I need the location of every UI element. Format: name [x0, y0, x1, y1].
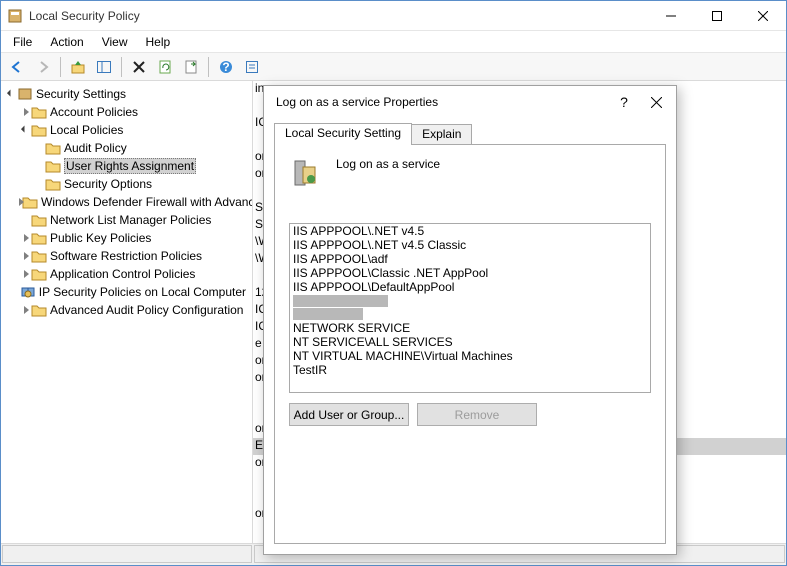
svg-text:?: ?	[222, 60, 229, 74]
folder-icon	[31, 230, 47, 246]
folder-icon	[31, 302, 47, 318]
folder-icon	[45, 140, 61, 156]
app-icon	[7, 8, 23, 24]
principal-item[interactable]: TestIR	[290, 363, 650, 377]
tree-item[interactable]: Local Policies	[3, 121, 250, 139]
dialog-close-button[interactable]	[640, 88, 672, 116]
redacted-principal	[293, 308, 363, 320]
help-icon[interactable]: ?	[214, 55, 238, 79]
add-user-or-group-button[interactable]: Add User or Group...	[289, 403, 409, 426]
dialog-tab-panel: Log on as a service IIS APPPOOL\.NET v4.…	[274, 144, 666, 544]
ipsec-icon	[20, 284, 36, 300]
principal-item[interactable]: IIS APPPOOL\.NET v4.5 Classic	[290, 238, 650, 252]
forward-icon[interactable]	[31, 55, 55, 79]
menubar: File Action View Help	[1, 31, 786, 53]
folder-icon	[31, 104, 47, 120]
folder-icon	[45, 176, 61, 192]
nav-tree[interactable]: Security Settings Account PoliciesLocal …	[1, 81, 253, 543]
menu-action[interactable]: Action	[42, 33, 91, 51]
principal-item[interactable]: IIS APPPOOL\Classic .NET AppPool	[290, 266, 650, 280]
principal-item[interactable]: IIS APPPOOL\DefaultAppPool	[290, 280, 650, 294]
tree-item[interactable]: Public Key Policies	[3, 229, 250, 247]
back-icon[interactable]	[5, 55, 29, 79]
tree-item[interactable]: User Rights Assignment	[3, 157, 250, 175]
policy-name: Log on as a service	[336, 157, 440, 171]
refresh-icon[interactable]	[153, 55, 177, 79]
maximize-button[interactable]	[694, 1, 740, 30]
dialog-title: Log on as a service Properties	[276, 95, 608, 109]
tree-item[interactable]: Software Restriction Policies	[3, 247, 250, 265]
folder-icon	[22, 194, 38, 210]
policy-large-icon	[289, 157, 321, 189]
folder-icon	[31, 212, 47, 228]
tree-item[interactable]: IP Security Policies on Local Computer	[3, 283, 250, 301]
folder-icon	[31, 248, 47, 264]
titlebar: Local Security Policy	[1, 1, 786, 31]
export-list-icon[interactable]	[179, 55, 203, 79]
folder-icon	[31, 122, 47, 138]
properties-icon[interactable]	[240, 55, 264, 79]
tree-item[interactable]: Security Options	[3, 175, 250, 193]
dialog-titlebar: Log on as a service Properties ?	[264, 86, 676, 118]
folder-icon	[45, 158, 61, 174]
delete-icon[interactable]	[127, 55, 151, 79]
tree-root[interactable]: Security Settings	[3, 85, 250, 103]
tree-item[interactable]: Windows Defender Firewall with Advanced …	[3, 193, 250, 211]
security-settings-icon	[17, 86, 33, 102]
close-button[interactable]	[740, 1, 786, 30]
redacted-principal	[293, 295, 388, 307]
minimize-button[interactable]	[648, 1, 694, 30]
principal-item[interactable]: NETWORK SERVICE	[290, 321, 650, 335]
tab-explain[interactable]: Explain	[411, 124, 472, 144]
menu-help[interactable]: Help	[138, 33, 179, 51]
up-folder-icon[interactable]	[66, 55, 90, 79]
dialog-help-button[interactable]: ?	[608, 88, 640, 116]
tree-item[interactable]: Advanced Audit Policy Configuration	[3, 301, 250, 319]
dialog-tabs: Local Security Setting Explain	[274, 122, 666, 144]
tree-item[interactable]: Audit Policy	[3, 139, 250, 157]
window-title: Local Security Policy	[29, 9, 648, 23]
main-window: Local Security Policy File Action View H…	[0, 0, 787, 566]
toolbar: ?	[1, 53, 786, 81]
folder-icon	[31, 266, 47, 282]
tree-item[interactable]: Network List Manager Policies	[3, 211, 250, 229]
menu-view[interactable]: View	[94, 33, 136, 51]
properties-dialog: Log on as a service Properties ? Local S…	[263, 85, 677, 555]
principal-item[interactable]: NT SERVICE\ALL SERVICES	[290, 335, 650, 349]
menu-file[interactable]: File	[5, 33, 40, 51]
remove-button[interactable]: Remove	[417, 403, 537, 426]
tree-item[interactable]: Account Policies	[3, 103, 250, 121]
tab-local-security-setting[interactable]: Local Security Setting	[274, 123, 412, 145]
show-hide-tree-icon[interactable]	[92, 55, 116, 79]
principal-item[interactable]: NT VIRTUAL MACHINE\Virtual Machines	[290, 349, 650, 363]
tree-item[interactable]: Application Control Policies	[3, 265, 250, 283]
principal-item[interactable]: IIS APPPOOL\.NET v4.5	[290, 224, 650, 238]
principals-listbox[interactable]: IIS APPPOOL\.NET v4.5IIS APPPOOL\.NET v4…	[289, 223, 651, 393]
principal-item[interactable]: IIS APPPOOL\adf	[290, 252, 650, 266]
